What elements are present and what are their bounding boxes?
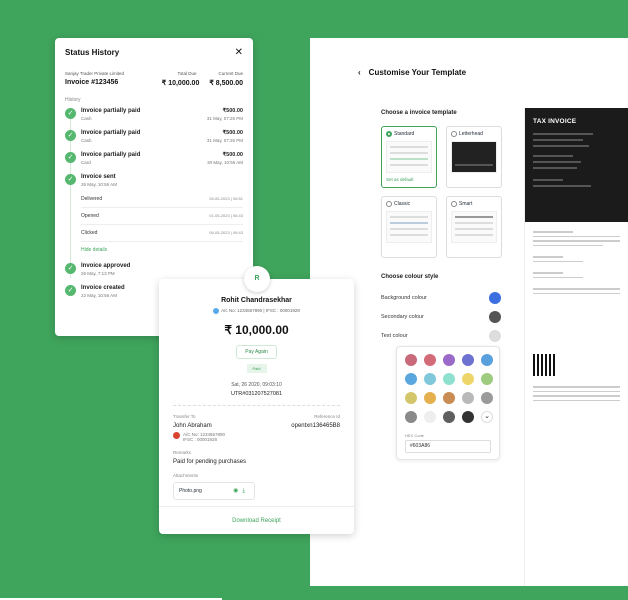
palette-swatch[interactable]: [462, 411, 474, 423]
choose-template-heading: Choose a invoice template: [381, 110, 457, 116]
attachment-item[interactable]: Photo.png ◉⤓: [173, 482, 255, 500]
reference-id: opentxn136465B8: [291, 423, 340, 429]
history-item: ✓ Invoice partially paid Cash ₹500.00 31 M…: [65, 108, 243, 121]
pay-again-button[interactable]: Pay Again: [236, 345, 277, 359]
history-item: ✓ Invoice sent 26 May, 10:56 AM: [65, 174, 243, 187]
watermark: UI: [488, 560, 502, 576]
bank-icon: [213, 308, 220, 314]
history-item: ✓ Invoice partially paid Cash ₹500.00 31 M…: [65, 130, 243, 143]
hide-details-link[interactable]: Hide details: [81, 247, 243, 253]
template-smart[interactable]: Smart: [446, 196, 502, 258]
receipt-datetime: Sat, 26 2020, 09:03:10: [231, 382, 282, 388]
choose-style-heading: Choose colour style: [381, 274, 439, 280]
qr-code: [533, 354, 555, 376]
palette-swatch[interactable]: [443, 411, 455, 423]
card-title: Status History: [65, 48, 120, 57]
check-icon: ✓: [65, 174, 76, 185]
palette-swatch[interactable]: [405, 411, 417, 423]
radio-icon[interactable]: [386, 131, 392, 137]
palette-grid: ⌄: [405, 354, 493, 423]
palette-swatch[interactable]: [481, 354, 493, 366]
radio-icon[interactable]: [451, 201, 457, 207]
template-thumb: [451, 211, 497, 243]
style-text[interactable]: Text colour: [381, 330, 501, 342]
invoice-number: Invoice #123456: [65, 79, 119, 86]
company-name: Sanjay Trader Private Limited: [65, 71, 125, 76]
view-download-icon[interactable]: ◉⤓: [233, 487, 249, 495]
template-classic[interactable]: Classic: [381, 196, 437, 258]
style-background[interactable]: Background colour: [381, 292, 501, 304]
palette-swatch[interactable]: [481, 392, 493, 404]
history-item: ✓ Invoice partially paid Card ₹500.00 30 M…: [65, 152, 243, 165]
download-receipt-button[interactable]: Download Receipt: [159, 506, 354, 534]
palette-swatch[interactable]: [462, 373, 474, 385]
template-thumb: [386, 141, 432, 173]
template-thumb: [386, 211, 432, 243]
history-item: ✓ Invoice approved 26 May, 7:13 PM: [65, 263, 243, 276]
palette-swatch[interactable]: [405, 354, 417, 366]
template-letterhead[interactable]: Letterhead: [446, 126, 502, 188]
payee-name: Rohit Chandrasekhar: [221, 297, 292, 304]
colour-picker: ⌄ HEX Code #603A86: [396, 346, 500, 460]
palette-swatch[interactable]: [424, 354, 436, 366]
radio-icon[interactable]: [451, 131, 457, 137]
palette-swatch[interactable]: [405, 392, 417, 404]
palette-swatch[interactable]: [462, 392, 474, 404]
remarks: Paid for pending purchases: [173, 459, 247, 465]
close-icon[interactable]: ✕: [235, 47, 243, 58]
palette-swatch[interactable]: [424, 373, 436, 385]
palette-swatch[interactable]: [443, 392, 455, 404]
bank-logo-icon: [173, 432, 180, 439]
chevron-down-icon[interactable]: ⌄: [481, 411, 493, 423]
set-default-link[interactable]: Set as default: [386, 177, 432, 182]
colour-swatch[interactable]: [489, 311, 501, 323]
hex-label: HEX Code: [405, 433, 424, 438]
check-icon: ✓: [65, 130, 76, 141]
palette-swatch[interactable]: [443, 354, 455, 366]
palette-swatch[interactable]: [481, 373, 493, 385]
current-due: ₹ 8,500.00: [209, 80, 243, 87]
template-standard[interactable]: Standard Set as default: [381, 126, 437, 188]
style-secondary[interactable]: Secondary colour: [381, 311, 501, 323]
sent-details: Delivered 26-05-2023 | 06:51 Opened 01-05-…: [65, 191, 243, 242]
hex-input[interactable]: #603A86: [405, 440, 491, 453]
total-due: ₹ 10,000.00: [161, 80, 200, 87]
colour-swatch[interactable]: [489, 330, 501, 342]
receipt-amount: ₹ 10,000.00: [224, 323, 289, 337]
customise-header: ‹ Customise Your Template: [358, 68, 466, 77]
check-icon: ✓: [65, 108, 76, 119]
payment-receipt-card: R Rohit Chandrasekhar A/c No: 1234567890…: [159, 266, 354, 534]
palette-swatch[interactable]: [424, 392, 436, 404]
palette-swatch[interactable]: [424, 411, 436, 423]
paid-badge: Paid: [246, 364, 267, 373]
check-icon: ✓: [65, 285, 76, 296]
back-arrow-icon[interactable]: ‹: [358, 68, 361, 77]
invoice-title: TAX INVOICE: [533, 118, 577, 125]
radio-icon[interactable]: [386, 201, 392, 207]
page-title: Customise Your Template: [368, 68, 467, 77]
check-icon: ✓: [65, 263, 76, 274]
template-thumb: [451, 141, 497, 173]
palette-swatch[interactable]: [462, 354, 474, 366]
palette-swatch[interactable]: [443, 373, 455, 385]
palette-swatch[interactable]: [405, 373, 417, 385]
check-icon: ✓: [65, 152, 76, 163]
transfer-to: John Abraham: [173, 423, 212, 429]
logo-icon: R: [244, 266, 270, 292]
colour-swatch[interactable]: [489, 292, 501, 304]
invoice-preview: TAX INVOICE: [524, 108, 628, 586]
utr-number: UTR#031207527081: [230, 391, 283, 397]
